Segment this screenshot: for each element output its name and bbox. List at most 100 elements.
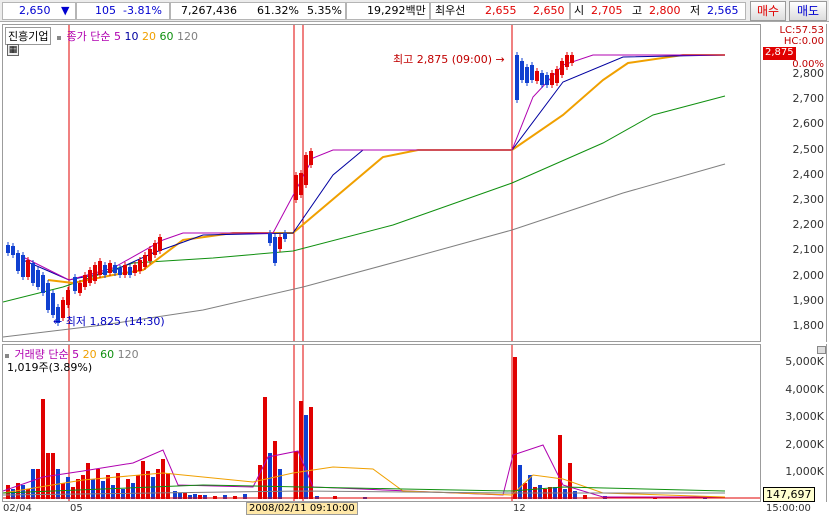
volume-bar [268, 453, 272, 499]
candle-body [103, 265, 107, 275]
candle-body [555, 69, 559, 83]
volume-cell: 7,267,436 61.32% 5.35% [170, 2, 346, 20]
price-axis-label: 2,000 [792, 268, 825, 282]
candle-body [560, 61, 564, 75]
candle-body [93, 265, 97, 281]
volume-axis[interactable]: 5,000K 4,000K 3,000K 2,000K 1,000K 147,697 [761, 344, 827, 502]
x-tick-12: 12 [513, 503, 526, 514]
price-chart-pane[interactable]: 진흥기업 종가 단순 5 10 20 60 120 ▦ 최고 2,875 (09… [2, 24, 761, 342]
candle-body [525, 67, 529, 83]
volume-bar [126, 479, 130, 499]
price-axis-label: 1,800 [792, 319, 825, 332]
down-triangle-icon: ▼ [61, 4, 70, 17]
volume-axis-label: 2,000K [785, 437, 824, 451]
price-axis-label: 2,800 [792, 67, 825, 80]
candle-body [515, 55, 519, 100]
candle-body [16, 253, 20, 271]
candle-body [36, 270, 40, 287]
volume-bar [136, 475, 140, 499]
candle-body [535, 71, 539, 81]
volume-axis-label: 3,000K [785, 410, 824, 423]
sell-button[interactable]: 매도 [789, 1, 827, 21]
price-axis[interactable]: LC:57.53 HC:0.00 2,875 0.00% 2,800 2,700 2… [761, 24, 827, 342]
ma60-label: 60 [159, 30, 174, 43]
legend-bullet-icon [56, 36, 61, 40]
volume-bar [538, 485, 542, 499]
price-axis-label: 2,700 [792, 92, 825, 106]
priority-quote-cell: 최우선 2,655 2,650 [430, 2, 570, 20]
volume-bar [294, 451, 298, 499]
candle-body [66, 290, 70, 305]
candle-body [565, 55, 569, 67]
candle-body [304, 155, 308, 185]
high-annotation-text: 최고 2,875 (09:00) [393, 53, 493, 66]
arrow-left-icon: ← [53, 315, 63, 328]
x-tick-0204: 02/04 [3, 503, 32, 514]
volume-ratio: 61.32% [257, 4, 299, 17]
candlestick-chart[interactable] [3, 25, 761, 342]
ask-price: 2,655 [485, 4, 517, 17]
last-volume-box: 147,697 [763, 487, 815, 502]
hc-label: HC:0.00 [783, 36, 824, 47]
candle-body [41, 275, 45, 293]
candle-body [46, 283, 50, 310]
candle-body [545, 75, 549, 85]
ma120-line [3, 163, 726, 338]
volume-bar [273, 441, 277, 499]
amount-cell: 19,292백만 [346, 2, 430, 20]
volume-chart[interactable] [3, 345, 761, 502]
priority-label: 최우선 [435, 4, 466, 17]
candle-body [530, 65, 534, 80]
price-cell: 2,650 ▼ [2, 2, 76, 20]
candle-body [118, 268, 122, 275]
ma20-label: 20 [141, 30, 156, 43]
volume-chart-pane[interactable]: 거래량 단순 5 20 60 120 1,019주(3.89%) [2, 344, 761, 502]
volume-bar [299, 401, 303, 499]
trade-amount: 19,292백만 [367, 4, 426, 17]
grid-toggle-icon[interactable]: ▦ [7, 44, 19, 56]
high-annotation: 최고 2,875 (09:00) → [393, 51, 505, 67]
high-label: 고 [632, 4, 643, 17]
volume-bar [81, 475, 85, 499]
ma5-line [22, 54, 725, 281]
hts-chart-window: 2,650 ▼ 105 -3.81% 7,267,436 61.32% 5.35… [0, 0, 829, 517]
candle-body [88, 270, 92, 283]
pane-resize-handle[interactable] [817, 346, 826, 354]
stock-name[interactable]: 진흥기업 [5, 27, 52, 45]
low-price: 2,565 [707, 4, 739, 17]
volume-bar [111, 485, 115, 499]
price-axis-label: 2,200 [792, 218, 825, 232]
vol-ma120-label: 120 [117, 348, 139, 361]
change-cell: 105 -3.81% [76, 2, 170, 20]
volume-bar [76, 479, 80, 499]
vol-ma60-label: 60 [100, 348, 115, 361]
volume-bar [96, 469, 100, 499]
candle-body [113, 265, 117, 273]
candle-body [143, 255, 147, 267]
volume-bar [66, 477, 70, 499]
price-axis-label: 2,100 [792, 243, 825, 257]
volume-axis-label: 5,000K [785, 355, 824, 368]
trade-volume: 7,267,436 [181, 4, 237, 17]
open-label: 시 [574, 4, 585, 17]
low-annotation-text: 최저 1,825 (14:30) [65, 315, 165, 328]
candle-body [278, 237, 282, 249]
turnover-ratio: 5.35% [307, 4, 342, 17]
candle-body [273, 237, 277, 263]
candle-body [108, 263, 112, 273]
volume-bar [71, 487, 75, 499]
buy-button[interactable]: 매수 [750, 1, 786, 21]
volume-axis-label: 4,000K [785, 382, 824, 396]
candle-body [98, 261, 102, 275]
price-axis-label: 2,500 [792, 142, 825, 156]
candle-body [123, 265, 127, 275]
volume-bar [146, 471, 150, 499]
price-legend: 진흥기업 종가 단순 5 10 20 60 120 [5, 27, 198, 45]
crosshair-time-box: 2008/02/11 09:10:00 [246, 502, 358, 515]
candle-body [133, 265, 137, 273]
arrow-right-icon: → [495, 53, 505, 66]
candle-body [158, 237, 162, 251]
volume-axis-label: 1,000K [785, 465, 824, 478]
candle-body [148, 249, 152, 261]
volume-bar [278, 469, 282, 499]
